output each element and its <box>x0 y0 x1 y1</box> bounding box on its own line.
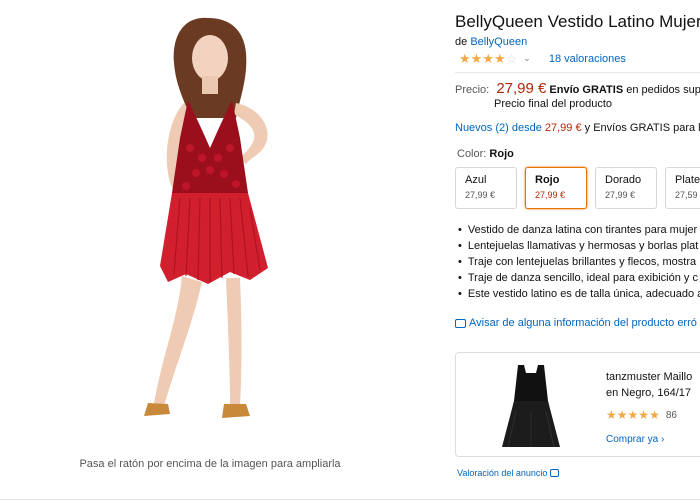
rating-row: ★ ★ ★ ★ ☆ ⌄ 18 valoraciones <box>459 52 626 65</box>
swatch-price: 27,99 € <box>465 190 496 200</box>
feature-bullet: Este vestido latino es de talla única, a… <box>458 286 700 302</box>
feature-bullet: Traje de danza sencillo, ideal para exib… <box>458 270 700 286</box>
chevron-down-icon[interactable]: ⌄ <box>523 53 531 64</box>
price-row: Precio: 27,99 € Envío GRATIS en pedidos … <box>455 80 700 97</box>
product-image[interactable] <box>90 8 330 438</box>
star-icon: ★ <box>627 408 639 422</box>
star-icon: ★ <box>459 51 471 66</box>
product-title: BellyQueen Vestido Latino Mujer p <box>455 12 700 31</box>
color-swatch-rojo[interactable]: Rojo 27,99 € <box>525 167 587 209</box>
star-icon: ★ <box>470 51 483 66</box>
swatch-price: 27,99 € <box>535 190 566 200</box>
ad-title-line: tanzmuster Maillo <box>606 371 693 383</box>
color-swatch-dorado[interactable]: Dorado 27,99 € <box>595 167 657 209</box>
feature-bullet: Lentejuelas llamativas y hermosas y borl… <box>458 238 700 254</box>
ad-product-image[interactable] <box>496 361 566 453</box>
ad-title[interactable]: tanzmuster Maillo en Negro, 164/17 <box>606 369 692 401</box>
feature-bullet: Traje con lentejuelas brillantes y fleco… <box>458 254 700 270</box>
swatch-name: Plate <box>675 174 700 186</box>
ad-feedback-link[interactable]: Valoración del anuncio <box>457 468 560 478</box>
price-value: 27,99 € <box>496 80 547 97</box>
product-details: BellyQueen Vestido Latino Mujer p de Bel… <box>455 0 700 504</box>
offers-price: 27,99 € <box>544 122 582 134</box>
product-image-area: Pasa el ratón por encima de la imagen pa… <box>0 0 430 504</box>
shipping-text: en pedidos super <box>626 84 700 96</box>
star-icon: ★ <box>638 408 650 422</box>
swatch-price: 27,99 € <box>605 190 636 200</box>
ad-title-line: en Negro, 164/17 <box>606 387 692 399</box>
star-icon: ★ <box>482 51 494 66</box>
speech-bubble-icon <box>550 469 560 477</box>
price-note: Precio final del producto <box>494 98 613 110</box>
feature-bullet: Vestido de danza latina con tirantes par… <box>458 222 700 238</box>
feature-bullets: Vestido de danza latina con tirantes par… <box>458 222 700 302</box>
star-empty-icon: ☆ <box>505 51 518 66</box>
offers-row: Nuevos (2) desde 27,99 € y Envíos GRATIS… <box>455 122 700 134</box>
swatch-name: Rojo <box>535 174 560 186</box>
byline: de BellyQueen <box>455 36 527 48</box>
color-selection-label: Color: Rojo <box>457 148 514 160</box>
report-info-link[interactable]: Avisar de alguna información del product… <box>455 317 697 329</box>
divider <box>455 72 700 73</box>
shipping-free: Envío GRATIS <box>549 84 624 96</box>
buy-now-link[interactable]: Comprar ya › <box>606 434 664 445</box>
speech-bubble-icon <box>455 318 466 328</box>
ad-rating[interactable]: ★ ★ ★ ★ ★ 86 <box>606 409 677 421</box>
bottom-divider <box>0 499 700 500</box>
review-count-link[interactable]: 18 valoraciones <box>549 53 626 65</box>
ad-feedback-text: Valoración del anuncio <box>457 468 548 478</box>
color-swatches: Azul 27,99 € Rojo 27,99 € Dorado 27,99 €… <box>455 167 700 209</box>
star-icon: ★ <box>616 408 628 422</box>
byline-prefix: de <box>455 36 468 48</box>
sponsored-ad[interactable]: tanzmuster Maillo en Negro, 164/17 ★ ★ ★… <box>455 352 700 457</box>
swatch-name: Azul <box>465 174 487 186</box>
star-icon: ★ <box>606 408 617 422</box>
new-offers-link[interactable]: Nuevos (2) desde <box>455 122 542 134</box>
price-label: Precio: <box>455 84 490 96</box>
star-half-icon: ★ <box>649 408 660 422</box>
swatch-price: 27,59 € <box>675 190 700 200</box>
offers-text: y Envíos GRATIS para los <box>584 122 700 134</box>
star-icon: ★ <box>493 51 506 66</box>
rating-stars[interactable]: ★ ★ ★ ★ ☆ <box>459 52 517 65</box>
color-swatch-azul[interactable]: Azul 27,99 € <box>455 167 517 209</box>
color-swatch-plate[interactable]: Plate 27,59 € <box>665 167 700 209</box>
color-label: Color: <box>457 148 487 160</box>
ad-rating-count: 86 <box>665 409 677 421</box>
swatch-name: Dorado <box>605 174 642 186</box>
report-info-text: Avisar de alguna información del product… <box>469 317 697 329</box>
zoom-hint: Pasa el ratón por encima de la imagen pa… <box>79 458 341 470</box>
color-value: Rojo <box>489 148 514 160</box>
brand-link[interactable]: BellyQueen <box>470 36 527 48</box>
